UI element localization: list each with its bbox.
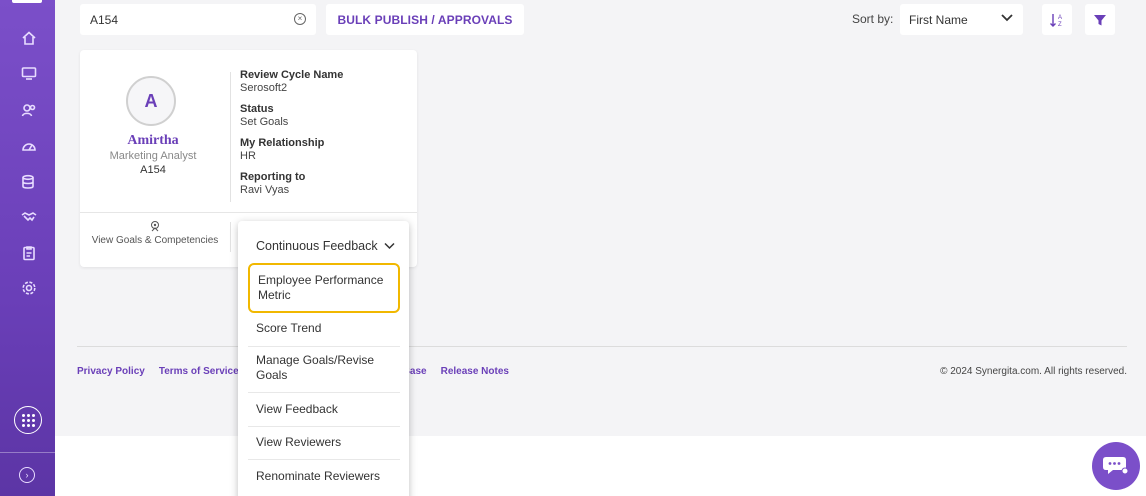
sidebar: › — [0, 0, 55, 496]
field-value: Ravi Vyas — [240, 184, 290, 196]
field-label: Status — [240, 103, 274, 115]
svg-text:Z: Z — [1058, 22, 1062, 28]
chevron-down-icon — [1001, 14, 1013, 22]
field-label: Reporting to — [240, 171, 306, 183]
field-value: Set Goals — [240, 116, 289, 128]
goals-icon — [151, 221, 159, 232]
employee-role: Marketing Analyst — [109, 150, 197, 162]
filter-button[interactable] — [1085, 4, 1115, 35]
card-footer-separator — [230, 222, 231, 252]
handshake-icon[interactable] — [18, 207, 40, 227]
gear-icon[interactable] — [18, 278, 40, 298]
database-icon[interactable] — [18, 172, 40, 192]
sidebar-top-indicator — [12, 0, 42, 3]
expand-sidebar-icon[interactable]: › — [19, 467, 35, 483]
continuous-feedback-dropdown: Continuous Feedback Employee Performance… — [238, 221, 409, 496]
dropdown-header-label: Continuous Feedback — [256, 239, 378, 253]
sort-select-value: First Name — [909, 12, 968, 27]
menu-item-view-reviewers[interactable]: View Reviewers — [248, 434, 400, 460]
sort-by-label: Sort by: — [852, 12, 894, 26]
terms-of-service-link[interactable]: Terms of Service — [159, 366, 239, 377]
monitor-icon[interactable] — [18, 63, 40, 83]
svg-text:A: A — [1058, 15, 1062, 21]
bulk-publish-approvals-button[interactable]: BULK PUBLISH / APPROVALS — [326, 4, 524, 35]
field-label: My Relationship — [240, 137, 325, 149]
avatar: A — [126, 76, 176, 126]
chevron-down-icon — [384, 242, 395, 250]
goals-link-label: View Goals & Competencies — [91, 235, 219, 246]
view-goals-competencies-link[interactable]: View Goals & Competencies — [80, 220, 230, 246]
release-notes-link[interactable]: Release Notes — [441, 366, 509, 377]
menu-item-score-trend[interactable]: Score Trend — [248, 319, 400, 347]
chat-button[interactable] — [1092, 442, 1140, 490]
clear-search-icon[interactable]: × — [294, 13, 306, 25]
apps-grid-icon[interactable] — [14, 406, 42, 434]
chat-icon — [1103, 457, 1129, 475]
copyright-text: © 2024 Synergita.com. All rights reserve… — [940, 366, 1127, 377]
employee-id: A154 — [140, 164, 166, 176]
search-box: × — [80, 4, 316, 35]
menu-item-renominate-reviewers[interactable]: Renominate Reviewers — [248, 468, 400, 494]
search-input[interactable] — [90, 12, 280, 27]
menu-item-manage-goals[interactable]: Manage Goals/Revise Goals — [248, 353, 400, 393]
sort-az-icon: A Z — [1050, 13, 1062, 28]
filter-icon — [1094, 14, 1106, 25]
people-icon[interactable] — [18, 100, 40, 120]
sort-select[interactable]: First Name — [900, 4, 1023, 35]
privacy-policy-link[interactable]: Privacy Policy — [77, 366, 145, 377]
gauge-icon[interactable] — [18, 136, 40, 156]
menu-item-view-feedback[interactable]: View Feedback — [248, 401, 400, 427]
sort-order-button[interactable]: A Z — [1042, 4, 1072, 35]
clipboard-icon[interactable] — [18, 243, 40, 263]
employee-info: Review Cycle Name Serosoft2 Status Set G… — [240, 69, 343, 205]
menu-item-employee-performance-metric[interactable]: Employee Performance Metric — [248, 263, 400, 313]
home-icon[interactable] — [18, 28, 40, 48]
field-label: Review Cycle Name — [240, 69, 344, 81]
field-value: HR — [240, 150, 256, 162]
sidebar-divider — [0, 452, 55, 453]
employee-name[interactable]: Amirtha — [80, 133, 226, 149]
continuous-feedback-toggle[interactable]: Continuous Feedback — [256, 239, 395, 253]
card-footer-divider — [80, 212, 417, 213]
bottom-area — [55, 436, 1146, 496]
footer-divider — [77, 346, 1127, 347]
card-divider — [230, 72, 231, 202]
field-value: Serosoft2 — [240, 82, 288, 94]
